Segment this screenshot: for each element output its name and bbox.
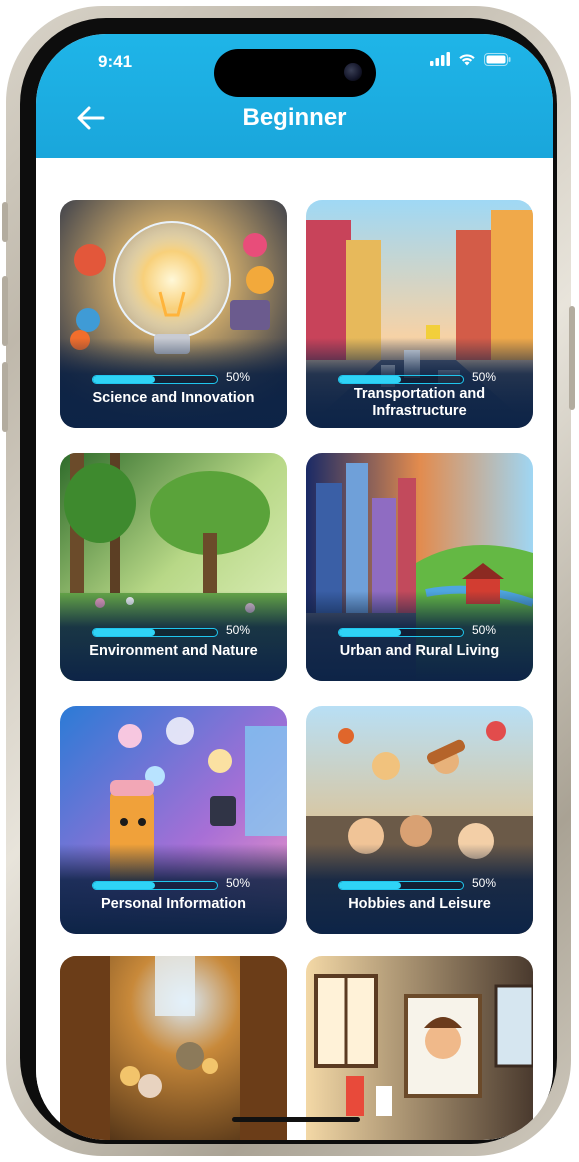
progress-bar [338, 375, 464, 384]
card-title: Hobbies and Leisure [348, 896, 491, 912]
card-title: Personal Information [100, 896, 247, 912]
progress-fill [93, 376, 155, 383]
progress-bar [338, 628, 464, 637]
topic-card-urban-rural[interactable]: 50% Urban and Rural Living [306, 453, 533, 681]
dynamic-island [214, 49, 376, 97]
progress-percent: 50% [472, 370, 497, 384]
progress-fill [93, 629, 155, 636]
volume-down-button [2, 362, 8, 432]
progress-fill [339, 376, 401, 383]
power-button [569, 306, 575, 410]
card-title: Environment and Nature [89, 643, 258, 659]
progress-bar [92, 628, 218, 637]
progress-percent: 50% [472, 876, 497, 890]
topic-card-personal-info[interactable]: 50% Personal Information [60, 706, 287, 934]
page-title: Beginner [242, 104, 347, 131]
topic-card-library[interactable] [60, 956, 287, 1140]
action-button [2, 202, 8, 242]
screen: 9:41 Beginner 50% Science and Innovation… [36, 34, 553, 1140]
wifi-icon [459, 54, 475, 66]
progress-percent: 50% [226, 370, 251, 384]
progress-fill [93, 882, 155, 889]
topic-card-transportation[interactable]: 50% Transportation and Infrastructure [306, 200, 533, 428]
progress-percent: 50% [472, 623, 497, 637]
topic-card-hobbies[interactable]: 50% Hobbies and Leisure [306, 706, 533, 934]
status-icons [430, 52, 511, 66]
phone-frame: 9:41 Beginner 50% Science and Innovation… [2, 6, 575, 1156]
progress-fill [339, 629, 401, 636]
signal-icon [430, 52, 450, 66]
topic-card-science[interactable]: 50% Science and Innovation [60, 200, 287, 428]
art-studio-illustration [306, 956, 533, 1140]
progress-bar [338, 881, 464, 890]
progress-percent: 50% [226, 623, 251, 637]
card-title: Science and Innovation [92, 390, 255, 406]
progress-bar [92, 375, 218, 384]
volume-up-button [2, 276, 8, 346]
header-bar: 9:41 Beginner [36, 34, 553, 158]
front-camera [344, 63, 362, 81]
library-illustration [60, 956, 287, 1140]
topic-card-art-studio[interactable] [306, 956, 533, 1140]
card-title: Urban and Rural Living [339, 643, 500, 659]
home-indicator[interactable] [232, 1117, 360, 1122]
status-time: 9:41 [98, 52, 133, 71]
progress-bar [92, 881, 218, 890]
progress-percent: 50% [226, 876, 251, 890]
battery-icon [484, 52, 511, 66]
progress-fill [339, 882, 401, 889]
card-title: Transportation and Infrastructure [353, 386, 486, 419]
topic-grid: 50% Science and Innovation 50% Transport… [36, 158, 553, 1140]
topic-card-environment[interactable]: 50% Environment and Nature [60, 453, 287, 681]
